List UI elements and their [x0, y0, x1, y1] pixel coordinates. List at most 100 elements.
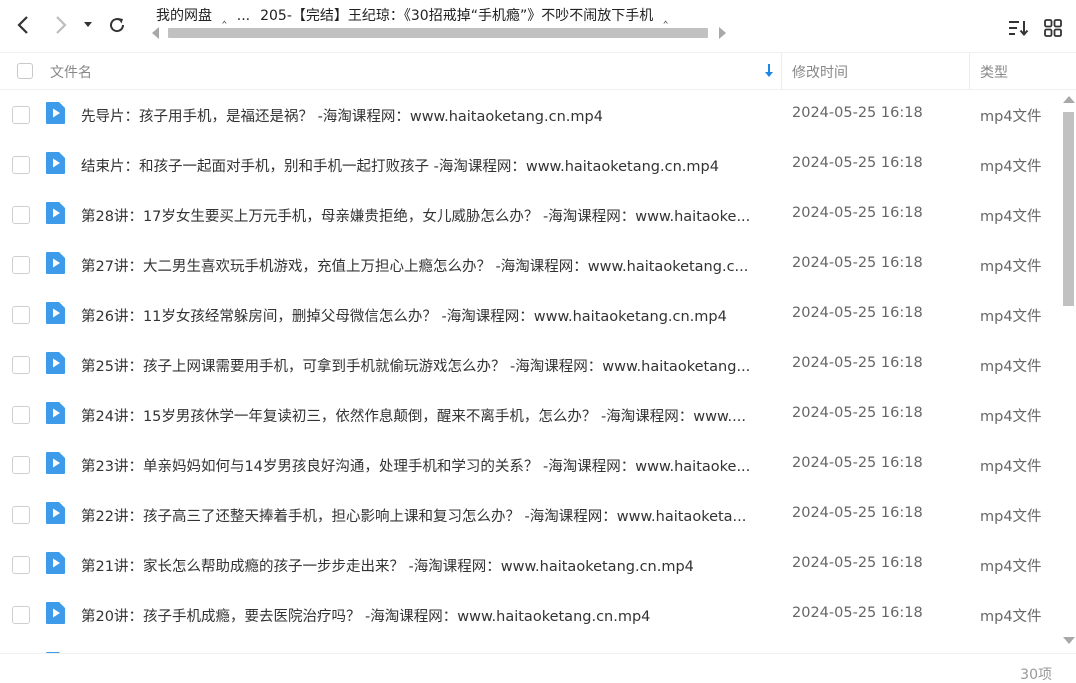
- file-modified-time: 2024-05-25 16:18: [792, 355, 923, 371]
- file-modified-time: 2024-05-25 16:18: [792, 305, 923, 321]
- row-checkbox[interactable]: [12, 306, 30, 324]
- file-type: mp4文件: [980, 109, 1042, 125]
- video-file-icon: [46, 202, 65, 224]
- row-checkbox[interactable]: [12, 256, 30, 274]
- file-row[interactable]: 第24讲：15岁男孩休学一年复读初三，依然作息颠倒，醒来不离手机，怎么办？ -海…: [0, 390, 1060, 440]
- video-file-icon: [46, 302, 65, 324]
- sort-icon: [1009, 21, 1029, 37]
- scroll-right-icon[interactable]: [719, 27, 726, 39]
- video-file-icon: [46, 602, 65, 624]
- refresh-button[interactable]: [104, 12, 130, 38]
- video-file-icon: [46, 502, 65, 524]
- history-dropdown-button[interactable]: [78, 12, 98, 38]
- breadcrumb-item-current[interactable]: 205-【完结】王纪琼：《30招戒掉“手机瘾”》不吵不闹放下手机: [260, 8, 653, 24]
- vertical-scrollbar[interactable]: [1060, 92, 1076, 648]
- scrollbar-thumb[interactable]: [168, 28, 708, 38]
- file-row[interactable]: 先导片：孩子用手机，是福还是祸？ -海淘课程网：www.haitaoketang…: [0, 90, 1060, 140]
- sort-arrow-down-icon[interactable]: [762, 62, 776, 80]
- refresh-icon: [110, 18, 125, 33]
- breadcrumb-separator: ‸: [663, 8, 668, 24]
- caret-down-icon: [84, 22, 92, 27]
- file-name: 第25讲：孩子上网课需要用手机，可拿到手机就偷玩游戏怎么办？ -海淘课程网：ww…: [81, 359, 751, 375]
- column-header: 文件名 修改时间 类型: [0, 52, 1076, 90]
- file-modified-time: 2024-05-25 16:18: [792, 505, 923, 521]
- file-row[interactable]: 第23讲：单亲妈妈如何与14岁男孩良好沟通，处理手机和学习的关系？ -海淘课程网…: [0, 440, 1060, 490]
- row-checkbox[interactable]: [12, 456, 30, 474]
- file-modified-time: 2024-05-25 16:18: [792, 605, 923, 621]
- column-header-type[interactable]: 类型: [980, 62, 1008, 82]
- chevron-left-icon: [17, 16, 28, 34]
- file-modified-time: 2024-05-25 16:18: [792, 405, 923, 421]
- back-button[interactable]: [10, 12, 36, 38]
- file-name: 第21讲：家长怎么帮助成瘾的孩子一步步走出来？ -海淘课程网：www.haita…: [81, 559, 694, 575]
- file-name: 第27讲：大二男生喜欢玩手机游戏，充值上万担心上瘾怎么办？ -海淘课程网：www…: [81, 259, 749, 275]
- file-modified-time: 2024-05-25 16:18: [792, 205, 923, 221]
- breadcrumb-item-root[interactable]: 我的网盘: [156, 8, 212, 24]
- file-modified-time: 2024-05-25 16:18: [792, 455, 923, 471]
- row-checkbox[interactable]: [12, 106, 30, 124]
- file-row[interactable]: 第21讲：家长怎么帮助成瘾的孩子一步步走出来？ -海淘课程网：www.haita…: [0, 540, 1060, 590]
- scroll-up-icon[interactable]: [1063, 96, 1075, 103]
- video-file-icon: [46, 352, 65, 374]
- video-file-icon: [46, 102, 65, 124]
- video-file-icon: [46, 152, 65, 174]
- file-list: 先导片：孩子用手机，是福还是祸？ -海淘课程网：www.haitaoketang…: [0, 90, 1060, 653]
- column-divider[interactable]: [781, 53, 782, 90]
- status-bar: 30项: [0, 653, 1076, 683]
- video-file-icon: [46, 552, 65, 574]
- grid-view-icon: [1044, 19, 1062, 37]
- file-name: 第24讲：15岁男孩休学一年复读初三，依然作息颠倒，醒来不离手机，怎么办？ -海…: [81, 409, 746, 425]
- scroll-left-icon[interactable]: [152, 27, 159, 39]
- file-modified-time: 2024-05-25 16:18: [792, 255, 923, 271]
- file-row[interactable]: 第20讲：孩子手机成瘾，要去医院治疗吗？ -海淘课程网：www.haitaoke…: [0, 590, 1060, 640]
- file-row[interactable]: 第22讲：孩子高三了还整天捧着手机，担心影响上课和复习怎么办？ -海淘课程网：w…: [0, 490, 1060, 540]
- sort-button[interactable]: [1006, 16, 1030, 40]
- breadcrumb-scrollbar[interactable]: [152, 26, 726, 40]
- column-header-name[interactable]: 文件名: [50, 62, 92, 82]
- row-checkbox[interactable]: [12, 506, 30, 524]
- file-type: mp4文件: [980, 509, 1042, 525]
- row-checkbox[interactable]: [12, 206, 30, 224]
- file-name: 第20讲：孩子手机成瘾，要去医院治疗吗？ -海淘课程网：www.haitaoke…: [81, 609, 651, 625]
- video-file-icon: [46, 402, 65, 424]
- breadcrumb-separator: ‸: [222, 8, 227, 24]
- forward-button[interactable]: [48, 12, 74, 38]
- video-file-icon: [46, 252, 65, 274]
- select-all-checkbox[interactable]: [17, 63, 33, 79]
- file-type: mp4文件: [980, 209, 1042, 225]
- file-row[interactable]: 结束片：和孩子一起面对手机，别和手机一起打败孩子 -海淘课程网：www.hait…: [0, 140, 1060, 190]
- chevron-right-icon: [56, 16, 67, 34]
- item-count: 30项: [1020, 667, 1052, 683]
- file-row[interactable]: [0, 640, 1060, 653]
- video-file-icon: [46, 452, 65, 474]
- file-type: mp4文件: [980, 559, 1042, 575]
- column-divider[interactable]: [969, 53, 970, 90]
- file-row[interactable]: 第28讲：17岁女生要买上万元手机，母亲嫌贵拒绝，女儿威胁怎么办？ -海淘课程网…: [0, 190, 1060, 240]
- view-toggle-button[interactable]: [1041, 16, 1065, 40]
- file-row[interactable]: 第27讲：大二男生喜欢玩手机游戏，充值上万担心上瘾怎么办？ -海淘课程网：www…: [0, 240, 1060, 290]
- scroll-down-icon[interactable]: [1063, 637, 1075, 644]
- file-type: mp4文件: [980, 309, 1042, 325]
- row-checkbox[interactable]: [12, 156, 30, 174]
- file-type: mp4文件: [980, 259, 1042, 275]
- file-row[interactable]: 第26讲：11岁女孩经常躲房间，删掉父母微信怎么办？ -海淘课程网：www.ha…: [0, 290, 1060, 340]
- toolbar: 我的网盘 ‸... 205-【完结】王纪琼：《30招戒掉“手机瘾”》不吵不闹放下手机…: [0, 0, 1076, 52]
- file-name: 第23讲：单亲妈妈如何与14岁男孩良好沟通，处理手机和学习的关系？ -海淘课程网…: [81, 459, 751, 475]
- file-modified-time: 2024-05-25 16:18: [792, 155, 923, 171]
- file-name: 第26讲：11岁女孩经常躲房间，删掉父母微信怎么办？ -海淘课程网：www.ha…: [81, 309, 727, 325]
- file-name: 第28讲：17岁女生要买上万元手机，母亲嫌贵拒绝，女儿威胁怎么办？ -海淘课程网…: [81, 209, 751, 225]
- column-header-modified-time[interactable]: 修改时间: [792, 62, 848, 82]
- scrollbar-thumb[interactable]: [1063, 112, 1074, 306]
- breadcrumb-item-ellipsis[interactable]: ...: [237, 8, 250, 24]
- file-modified-time: 2024-05-25 16:18: [792, 105, 923, 121]
- file-type: mp4文件: [980, 359, 1042, 375]
- row-checkbox[interactable]: [12, 556, 30, 574]
- row-checkbox[interactable]: [12, 356, 30, 374]
- breadcrumb: 我的网盘 ‸... 205-【完结】王纪琼：《30招戒掉“手机瘾”》不吵不闹放下手机…: [152, 0, 726, 48]
- row-checkbox[interactable]: [12, 606, 30, 624]
- file-type: mp4文件: [980, 409, 1042, 425]
- row-checkbox[interactable]: [12, 406, 30, 424]
- file-modified-time: 2024-05-25 16:18: [792, 555, 923, 571]
- file-row[interactable]: 第25讲：孩子上网课需要用手机，可拿到手机就偷玩游戏怎么办？ -海淘课程网：ww…: [0, 340, 1060, 390]
- file-type: mp4文件: [980, 609, 1042, 625]
